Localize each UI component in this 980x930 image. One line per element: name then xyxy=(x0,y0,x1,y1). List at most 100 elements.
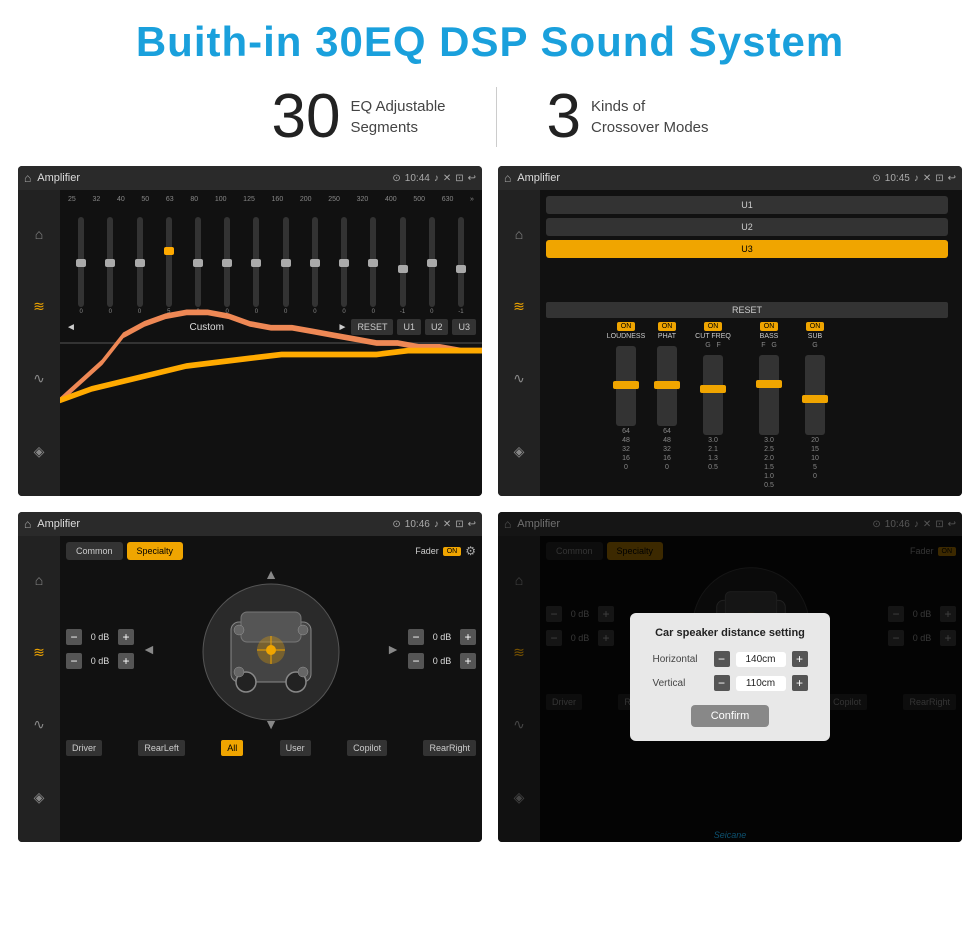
crossover-main: U1 U2 U3 RESET ON LOUDNESS 64 48 xyxy=(540,190,962,496)
confirm-button[interactable]: Confirm xyxy=(691,705,770,727)
back-icon-2[interactable]: ↩ xyxy=(948,173,956,184)
user-btn[interactable]: User xyxy=(280,740,311,756)
screen-eq: ⌂ Amplifier ⊙ 10:44 ♪ ✕ ⊡ ↩ ⌂ ≋ ∿ ◈ xyxy=(18,166,482,496)
speaker-layout: − 0 dB + − 0 dB + ▲ xyxy=(66,566,476,732)
u1-preset[interactable]: U1 xyxy=(546,196,948,214)
copilot-btn[interactable]: Copilot xyxy=(347,740,387,756)
vertical-minus[interactable]: − xyxy=(714,675,730,691)
db3-plus[interactable]: + xyxy=(460,629,476,645)
fader-label-text: Fader xyxy=(415,546,439,556)
vertical-plus[interactable]: + xyxy=(792,675,808,691)
sidebar-wave-icon[interactable]: ∿ xyxy=(33,370,45,387)
db-ctrl-2: − 0 dB + xyxy=(66,653,134,669)
arrow-right[interactable]: ► xyxy=(386,641,400,657)
common-tab[interactable]: Common xyxy=(66,542,123,560)
window-icon-3[interactable]: ⊡ xyxy=(455,519,463,530)
loc-icon-3: ⊙ xyxy=(392,519,400,530)
loudness-slider[interactable] xyxy=(616,346,636,426)
db-ctrl-1: − 0 dB + xyxy=(66,629,134,645)
bass-thumb[interactable] xyxy=(756,380,782,388)
db-ctrl-3: − 0 dB + xyxy=(408,629,476,645)
u2-preset[interactable]: U2 xyxy=(546,218,948,236)
loudness-on[interactable]: ON xyxy=(617,322,636,331)
phat-thumb[interactable] xyxy=(654,381,680,389)
sub-thumb[interactable] xyxy=(802,395,828,403)
all-btn[interactable]: All xyxy=(221,740,243,756)
horizontal-minus[interactable]: − xyxy=(714,651,730,667)
window-icon-2[interactable]: ⊡ xyxy=(935,173,943,184)
loc-icon-2: ⊙ xyxy=(872,173,880,184)
sidebar-home-icon[interactable]: ⌂ xyxy=(35,226,43,242)
speaker-sidebar: ⌂ ≋ ∿ ◈ xyxy=(18,536,60,842)
close-icon-3[interactable]: ✕ xyxy=(443,519,451,530)
rear-left-btn[interactable]: RearLeft xyxy=(138,740,185,756)
window-icon[interactable]: ⊡ xyxy=(455,173,463,184)
db1-plus[interactable]: + xyxy=(118,629,134,645)
arrow-up[interactable]: ▲ xyxy=(264,566,278,582)
stat-eq-number: 30 xyxy=(271,86,340,148)
back-icon[interactable]: ↩ xyxy=(468,173,476,184)
back-icon-3[interactable]: ↩ xyxy=(468,519,476,530)
dialog-horizontal-row: Horizontal − 140cm + xyxy=(648,651,812,667)
speaker-time: 10:46 xyxy=(405,519,430,530)
arrow-down[interactable]: ▼ xyxy=(264,716,278,732)
stat-eq-text: EQ Adjustable Segments xyxy=(350,96,445,138)
sidebar-eq-icon[interactable]: ≋ xyxy=(33,298,45,315)
bass-on[interactable]: ON xyxy=(760,322,779,331)
sidebar-speaker-icon-2[interactable]: ◈ xyxy=(514,443,525,460)
db4-minus[interactable]: − xyxy=(408,653,424,669)
db2-minus[interactable]: − xyxy=(66,653,82,669)
page-header: Buith-in 30EQ DSP Sound System xyxy=(0,0,980,76)
arrow-left[interactable]: ◄ xyxy=(142,641,156,657)
phat-slider[interactable] xyxy=(657,346,677,426)
sidebar-home-icon-3[interactable]: ⌂ xyxy=(35,572,43,588)
close-icon-2[interactable]: ✕ xyxy=(923,173,931,184)
sub-on[interactable]: ON xyxy=(806,322,825,331)
specialty-tab[interactable]: Specialty xyxy=(127,542,184,560)
dialog-overlay: Car speaker distance setting Horizontal … xyxy=(498,512,962,842)
car-svg xyxy=(201,582,341,722)
horizontal-plus[interactable]: + xyxy=(792,651,808,667)
sidebar-speaker-icon-3[interactable]: ◈ xyxy=(34,789,45,806)
cutfreq-on[interactable]: ON xyxy=(704,322,723,331)
cutfreq-thumb[interactable] xyxy=(700,385,726,393)
car-diagram: ▲ xyxy=(142,566,400,732)
fader-on-btn[interactable]: ON xyxy=(443,547,462,556)
sidebar-wave-icon-3[interactable]: ∿ xyxy=(33,716,45,733)
driver-btn[interactable]: Driver xyxy=(66,740,102,756)
sidebar-eq-icon-2[interactable]: ≋ xyxy=(513,298,525,315)
sidebar-wave-icon-2[interactable]: ∿ xyxy=(513,370,525,387)
topbar-time: 10:44 xyxy=(405,173,430,184)
home-icon[interactable]: ⌂ xyxy=(24,171,31,185)
sub-slider[interactable] xyxy=(805,355,825,435)
close-icon[interactable]: ✕ xyxy=(443,173,451,184)
ch-sub: ON SUB G 20 15 10 5 0 xyxy=(800,322,830,480)
channel-strips: ON LOUDNESS 64 48 32 16 0 ON P xyxy=(606,322,956,490)
db3-minus[interactable]: − xyxy=(408,629,424,645)
crossover-topbar-icons: ⊙ 10:45 ♪ ✕ ⊡ ↩ xyxy=(872,173,956,184)
db2-plus[interactable]: + xyxy=(118,653,134,669)
sidebar-eq-icon-3[interactable]: ≋ xyxy=(33,644,45,661)
db1-minus[interactable]: − xyxy=(66,629,82,645)
u3-preset[interactable]: U3 xyxy=(546,240,948,258)
zone-buttons: Driver RearLeft All User Copilot RearRig… xyxy=(66,740,476,756)
cutfreq-slider[interactable] xyxy=(703,355,723,435)
crossover-reset[interactable]: RESET xyxy=(546,302,948,318)
db4-plus[interactable]: + xyxy=(460,653,476,669)
home-icon-3[interactable]: ⌂ xyxy=(24,517,31,531)
sidebar-home-icon-2[interactable]: ⌂ xyxy=(515,226,523,242)
ch-cutfreq: ON CUT FREQ G F 3.0 2.1 1.3 0.5 xyxy=(688,322,738,471)
eq-topbar: ⌂ Amplifier ⊙ 10:44 ♪ ✕ ⊡ ↩ xyxy=(18,166,482,190)
loudness-thumb[interactable] xyxy=(613,381,639,389)
stat-crossover-text: Kinds of Crossover Modes xyxy=(591,96,709,138)
sidebar-speaker-icon[interactable]: ◈ xyxy=(34,443,45,460)
rear-right-btn[interactable]: RearRight xyxy=(423,740,476,756)
spk-icon-2: ♪ xyxy=(914,173,919,184)
stats-row: 30 EQ Adjustable Segments 3 Kinds of Cro… xyxy=(0,76,980,166)
settings-icon[interactable]: ⚙ xyxy=(465,544,476,558)
stat-crossover-number: 3 xyxy=(547,86,581,148)
home-icon-2[interactable]: ⌂ xyxy=(504,171,511,185)
phat-on[interactable]: ON xyxy=(658,322,677,331)
speaker-main: Common Specialty Fader ON ⚙ − 0 dB + xyxy=(60,536,482,842)
bass-slider[interactable] xyxy=(759,355,779,435)
